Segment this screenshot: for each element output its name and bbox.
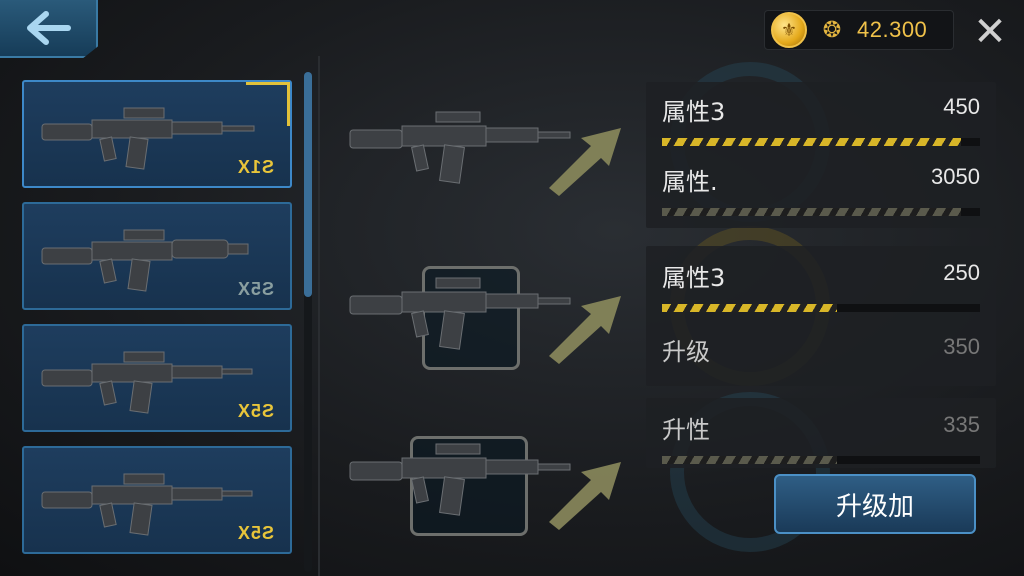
- wings-emblem-icon: ❂: [822, 17, 842, 43]
- stat-label: 属性3: [662, 98, 726, 126]
- stat-bar-fill: [662, 456, 837, 464]
- weapon-rank: S5X: [236, 279, 274, 299]
- stat-bar: [662, 456, 980, 464]
- stat-label: 属性3: [662, 264, 726, 292]
- stat-value: 450: [943, 94, 980, 119]
- stat-label: 属性.: [662, 168, 718, 196]
- weapon-card[interactable]: S1X: [22, 80, 292, 188]
- stat-bar-fill: [662, 208, 961, 216]
- stat-label: 升性: [662, 416, 710, 444]
- scrollbar[interactable]: [304, 72, 312, 297]
- close-icon: ✕: [973, 9, 1007, 55]
- rifle-upgrade-icon: [349, 443, 571, 516]
- currency-amount: 42.300: [857, 17, 928, 42]
- rifle-current-icon: [349, 111, 571, 184]
- stat-bar: [662, 304, 980, 312]
- rifle-icon: [41, 107, 255, 170]
- upgrade-arrow-icon: [549, 462, 621, 530]
- stat-bar-fill: [662, 304, 837, 312]
- upgrade-arrow-icon: [549, 296, 621, 364]
- coin-icon: ⚜: [771, 12, 807, 48]
- currency-display: ⚜ ❂ 42.300: [764, 10, 954, 50]
- stat-value: 3050: [931, 164, 980, 189]
- back-arrow-icon: [27, 11, 71, 45]
- weapon-card[interactable]: S5X: [22, 446, 292, 554]
- divider: [318, 56, 320, 576]
- stat-row: 属性3 450: [662, 92, 982, 152]
- rifle-icon: [41, 473, 253, 536]
- stat-value: 350: [943, 334, 980, 359]
- upgrade-arrow-icon: [549, 128, 621, 196]
- rifle-icon: [41, 351, 253, 414]
- rifle-upgrade-icon: [349, 277, 571, 350]
- stat-bar: [662, 208, 980, 216]
- stat-row: 升级 350: [662, 332, 982, 392]
- stat-value: 335: [943, 412, 980, 437]
- stat-row: 属性3 250: [662, 258, 982, 318]
- weapon-rank: S5X: [236, 523, 274, 543]
- stat-bar: [662, 138, 980, 146]
- weapon-rank: S5X: [236, 401, 274, 421]
- weapon-card[interactable]: S5X: [22, 324, 292, 432]
- stat-panel: 属性3 250 升级 350: [646, 246, 996, 386]
- stat-label: 升级: [662, 338, 710, 366]
- weapon-rank: S1X: [236, 157, 274, 177]
- stat-row: 属性. 3050: [662, 162, 982, 222]
- weapon-list: S1X S5X S5X S5X: [22, 80, 292, 576]
- weapon-card[interactable]: S5X: [22, 202, 292, 310]
- stat-panel: 属性3 450 属性. 3050: [646, 82, 996, 228]
- upgrade-button[interactable]: 升级加: [774, 474, 976, 534]
- rifle-icon: [41, 229, 249, 292]
- stat-bar-fill: [662, 138, 961, 146]
- stat-value: 250: [943, 260, 980, 285]
- back-button[interactable]: [0, 0, 98, 58]
- stat-panel: 升性 335: [646, 398, 996, 468]
- stat-row: 升性 335: [662, 410, 982, 470]
- close-button[interactable]: ✕: [970, 12, 1010, 52]
